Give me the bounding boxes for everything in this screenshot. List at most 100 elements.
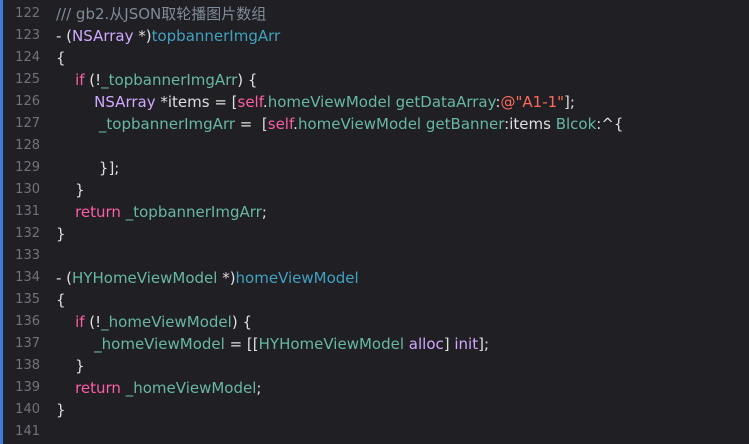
code-line[interactable]: 141 <box>0 421 749 443</box>
code-token: - ( <box>56 269 73 287</box>
line-number: 128 <box>15 138 40 153</box>
code-line[interactable]: 134 - (HYHomeViewModel *)homeViewModel <box>0 267 749 289</box>
code-token: *items = [ <box>155 93 238 111</box>
code-line[interactable]: 123 - (NSArray *)topbannerImgArr <box>0 25 749 47</box>
line-number: 122 <box>15 6 40 21</box>
code-line[interactable]: 137 _homeViewModel = [[HYHomeViewModel a… <box>0 333 749 355</box>
code-token: ]; <box>564 93 575 111</box>
code-line[interactable]: 127 _topbannerImgArr = [self.homeViewMod… <box>0 113 749 135</box>
code-line[interactable]: 140} <box>0 399 749 421</box>
code-token: HYHomeViewModel <box>72 269 218 287</box>
code-token: = [[ <box>224 335 259 353</box>
code-token: ; <box>256 379 262 397</box>
code-token: getDataArray <box>395 93 496 111</box>
line-number: 130 <box>15 182 40 197</box>
code-line[interactable]: 135 { <box>0 289 749 311</box>
line-code[interactable]: _homeViewModel = [[HYHomeViewModel alloc… <box>56 333 489 355</box>
code-line[interactable]: 124 { <box>0 47 749 69</box>
code-lines[interactable]: 122 /// gb2.从JSON取轮播图片数组 123 - (NSArray *)t… <box>0 3 749 443</box>
code-token: NSArray <box>94 93 156 111</box>
code-token: }]; <box>56 159 120 177</box>
line-code[interactable]: } <box>56 179 85 201</box>
code-token: getBanner <box>425 115 505 133</box>
code-token: - ( <box>56 27 73 45</box>
line-code[interactable]: { <box>56 47 66 69</box>
code-token: ; <box>261 203 267 221</box>
code-token: /// gb2.从JSON取轮播图片数组 <box>56 5 267 23</box>
code-token: *) <box>217 269 236 287</box>
code-token: (! <box>84 313 102 331</box>
line-number: 123 <box>15 28 40 43</box>
code-token: Blcok <box>555 115 597 133</box>
line-number: 132 <box>15 226 40 241</box>
code-token: _homeViewModel <box>94 335 225 353</box>
code-token: } <box>56 401 66 419</box>
code-token: } <box>56 181 85 199</box>
code-line[interactable]: 131 return _topbannerImgArr; <box>0 201 749 223</box>
code-token: _homeViewModel <box>125 379 257 397</box>
code-line[interactable]: 130 } <box>0 179 749 201</box>
code-token: ) { <box>237 71 258 89</box>
line-code[interactable]: if (!_homeViewModel) { <box>56 311 252 333</box>
code-token: if <box>75 71 85 89</box>
line-code[interactable]: /// gb2.从JSON取轮播图片数组 <box>56 3 266 25</box>
line-code[interactable]: - (NSArray *)topbannerImgArr <box>56 25 280 47</box>
code-token: :^{ <box>596 115 624 133</box>
line-code[interactable]: return _topbannerImgArr; <box>56 201 267 223</box>
line-number: 124 <box>15 50 40 65</box>
code-line[interactable]: 129 }]; <box>0 157 749 179</box>
code-token: homeViewModel <box>297 115 422 133</box>
code-token: :items <box>504 115 556 133</box>
code-token: ] <box>443 335 455 353</box>
code-line[interactable]: 139 return _homeViewModel; <box>0 377 749 399</box>
code-line[interactable]: 138 } <box>0 355 749 377</box>
line-number: 135 <box>15 292 40 307</box>
code-token: { <box>56 49 66 67</box>
code-editor[interactable]: 122 /// gb2.从JSON取轮播图片数组 123 - (NSArray *)t… <box>0 0 749 444</box>
code-line[interactable]: 133 <box>0 245 749 267</box>
line-code[interactable]: }]; <box>56 157 119 179</box>
line-code[interactable]: _topbannerImgArr = [self.homeViewModel g… <box>56 113 624 135</box>
line-code[interactable]: { <box>56 289 66 311</box>
line-code[interactable]: if (!_topbannerImgArr) { <box>56 69 257 91</box>
code-token: } <box>56 225 66 243</box>
code-line[interactable]: 126 NSArray *items = [self.homeViewModel… <box>0 91 749 113</box>
code-token: _topbannerImgArr <box>101 71 238 89</box>
code-token: homeViewModel <box>267 93 391 111</box>
code-token: _topbannerImgArr <box>125 203 262 221</box>
code-token: return <box>75 379 121 397</box>
line-code[interactable]: NSArray *items = [self.homeViewModel get… <box>56 91 575 113</box>
line-code[interactable]: return _homeViewModel; <box>56 377 261 399</box>
code-line[interactable]: 132} <box>0 223 749 245</box>
code-token: if <box>75 313 85 331</box>
code-token: _homeViewModel <box>101 313 232 331</box>
code-token: HYHomeViewModel <box>258 335 405 353</box>
code-token: *) <box>133 27 152 45</box>
line-code[interactable]: - (HYHomeViewModel *)homeViewModel <box>56 267 359 289</box>
line-number: 136 <box>15 314 40 329</box>
code-token: = [ <box>235 115 268 133</box>
line-code[interactable]: } <box>56 399 66 421</box>
code-token: self <box>237 93 263 111</box>
line-code[interactable]: } <box>56 223 66 245</box>
code-line[interactable]: 122 /// gb2.从JSON取轮播图片数组 <box>0 3 749 25</box>
code-token: } <box>56 357 85 375</box>
code-line[interactable]: 136 if (!_homeViewModel) { <box>0 311 749 333</box>
code-token: @"A1-1" <box>500 93 565 111</box>
line-number: 125 <box>15 72 40 87</box>
line-number: 134 <box>15 270 40 285</box>
code-line[interactable]: 125 if (!_topbannerImgArr) { <box>0 69 749 91</box>
line-number: 138 <box>15 358 40 373</box>
code-token: (! <box>84 71 102 89</box>
code-line[interactable]: 128 <box>0 135 749 157</box>
code-token: init <box>454 335 479 353</box>
line-number: 131 <box>15 204 40 219</box>
line-code[interactable]: } <box>56 355 85 377</box>
